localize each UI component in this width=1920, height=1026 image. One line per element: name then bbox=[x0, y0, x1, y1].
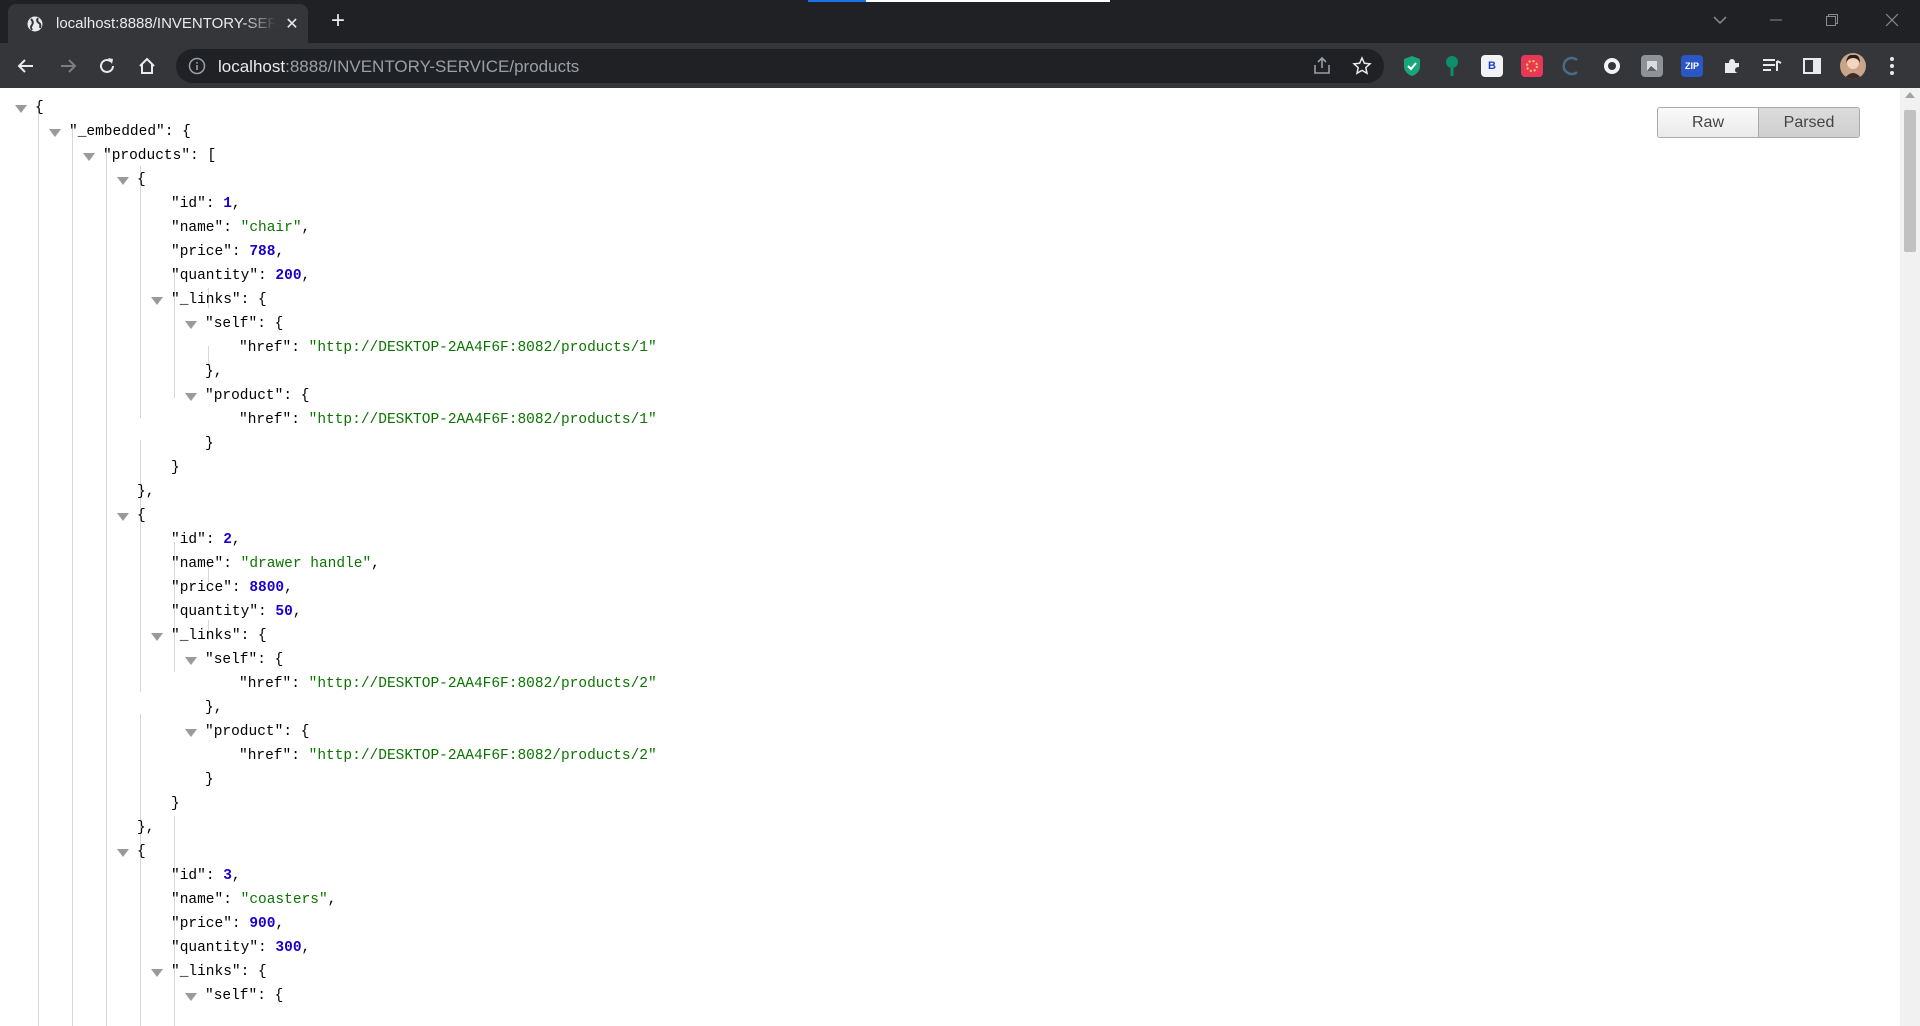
collapse-toggle-icon[interactable] bbox=[117, 177, 129, 185]
tab-close-icon[interactable]: ✕ bbox=[282, 14, 302, 34]
profile-avatar[interactable] bbox=[1840, 53, 1866, 79]
browser-tab[interactable]: localhost:8888/INVENTORY-SERVICE/product… bbox=[8, 4, 308, 43]
tab-search-icon[interactable] bbox=[1692, 0, 1748, 40]
collapse-toggle-icon[interactable] bbox=[49, 129, 61, 137]
restore-button[interactable] bbox=[1804, 0, 1860, 40]
collapse-toggle-icon[interactable] bbox=[151, 633, 163, 641]
json-link: "http://DESKTOP-2AA4F6F:8082/products/2" bbox=[308, 676, 657, 692]
home-button[interactable] bbox=[131, 50, 163, 82]
tab-title: localhost:8888/INVENTORY-SERVICE/product… bbox=[56, 15, 276, 32]
json-number: 300 bbox=[275, 940, 302, 956]
image-extension-icon[interactable] bbox=[1641, 55, 1663, 77]
side-panel-icon[interactable] bbox=[1801, 55, 1823, 77]
json-string: "coasters" bbox=[240, 892, 328, 908]
tab-strip: localhost:8888/INVENTORY-SERVICE/product… bbox=[0, 0, 1920, 43]
json-number: 2 bbox=[223, 532, 232, 548]
zip-extension-icon[interactable]: ZIP bbox=[1681, 55, 1703, 77]
json-number: 8800 bbox=[249, 580, 285, 596]
json-number: 3 bbox=[223, 868, 232, 884]
media-queue-icon[interactable] bbox=[1761, 55, 1783, 77]
collapse-toggle-icon[interactable] bbox=[185, 993, 197, 1001]
puzzle-extensions-icon[interactable] bbox=[1721, 55, 1743, 77]
b-extension-icon[interactable]: B bbox=[1481, 55, 1503, 77]
vertical-scrollbar[interactable] bbox=[1900, 88, 1920, 1026]
globe-icon bbox=[26, 15, 44, 33]
json-string: "drawer handle" bbox=[240, 556, 372, 572]
collapse-toggle-icon[interactable] bbox=[117, 849, 129, 857]
c-arrow-extension-icon[interactable] bbox=[1561, 55, 1583, 77]
json-link: "http://DESKTOP-2AA4F6F:8082/products/1" bbox=[308, 412, 657, 428]
bookmark-star-icon[interactable] bbox=[1352, 56, 1372, 76]
colorful-extension-icon[interactable] bbox=[1521, 55, 1543, 77]
json-string: "chair" bbox=[240, 220, 302, 236]
loading-progress bbox=[808, 0, 1110, 2]
raw-button[interactable]: Raw bbox=[1657, 107, 1759, 138]
minimize-button[interactable] bbox=[1748, 0, 1804, 40]
scrollbar-thumb[interactable] bbox=[1904, 110, 1916, 252]
json-number: 1 bbox=[223, 196, 232, 212]
collapse-toggle-icon[interactable] bbox=[15, 105, 27, 113]
url-text: localhost:8888/INVENTORY-SERVICE/product… bbox=[218, 57, 580, 76]
json-link: "http://DESKTOP-2AA4F6F:8082/products/1" bbox=[308, 340, 657, 356]
reload-button[interactable] bbox=[91, 50, 123, 82]
scroll-up-icon[interactable] bbox=[1905, 92, 1915, 98]
json-link: "http://DESKTOP-2AA4F6F:8082/products/2" bbox=[308, 748, 657, 764]
json-viewer: Raw Parsed { "_embedded": { "products": … bbox=[0, 88, 1900, 1026]
view-toggle: Raw Parsed bbox=[1657, 107, 1860, 138]
shield-extension-icon[interactable] bbox=[1401, 55, 1423, 77]
collapse-toggle-icon[interactable] bbox=[83, 153, 95, 161]
json-key: "_embedded" bbox=[69, 124, 165, 140]
json-key: "products" bbox=[103, 148, 191, 164]
json-number: 788 bbox=[249, 244, 276, 260]
collapse-toggle-icon[interactable] bbox=[117, 513, 129, 521]
forward-button[interactable] bbox=[52, 50, 84, 82]
collapse-toggle-icon[interactable] bbox=[151, 969, 163, 977]
pin-extension-icon[interactable] bbox=[1441, 55, 1463, 77]
back-button[interactable] bbox=[10, 50, 42, 82]
json-number: 200 bbox=[275, 268, 302, 284]
collapse-toggle-icon[interactable] bbox=[185, 657, 197, 665]
collapse-toggle-icon[interactable] bbox=[185, 729, 197, 737]
share-icon[interactable] bbox=[1312, 56, 1332, 76]
site-info-icon[interactable] bbox=[188, 57, 206, 75]
circle-extension-icon[interactable] bbox=[1601, 55, 1623, 77]
collapse-toggle-icon[interactable] bbox=[185, 321, 197, 329]
browser-toolbar: localhost:8888/INVENTORY-SERVICE/product… bbox=[0, 43, 1920, 88]
collapse-toggle-icon[interactable] bbox=[185, 393, 197, 401]
collapse-toggle-icon[interactable] bbox=[151, 297, 163, 305]
address-bar[interactable]: localhost:8888/INVENTORY-SERVICE/product… bbox=[176, 49, 1384, 83]
menu-kebab-icon[interactable] bbox=[1876, 50, 1908, 82]
json-number: 900 bbox=[249, 916, 276, 932]
new-tab-button[interactable]: + bbox=[325, 8, 351, 34]
json-number: 50 bbox=[275, 604, 293, 620]
parsed-button[interactable]: Parsed bbox=[1759, 107, 1860, 138]
close-window-button[interactable] bbox=[1864, 0, 1920, 40]
